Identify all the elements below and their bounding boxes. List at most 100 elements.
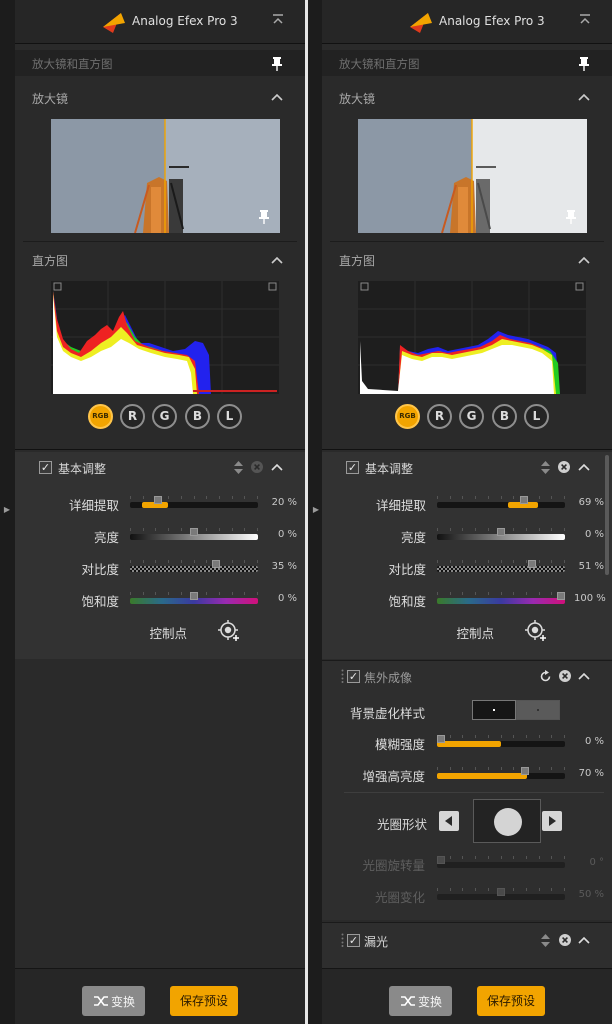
light-leak-header[interactable]: ✓ 漏光 bbox=[322, 923, 612, 953]
defocus-slider-1[interactable] bbox=[437, 767, 565, 779]
loupe-pin-icon[interactable] bbox=[565, 210, 577, 224]
slider-thumb[interactable] bbox=[212, 560, 220, 568]
chevron-up-icon[interactable] bbox=[271, 93, 283, 101]
pin-icon[interactable] bbox=[578, 57, 590, 71]
chevron-up-icon[interactable] bbox=[578, 463, 590, 471]
slider-tick bbox=[551, 856, 552, 859]
save-preset-button[interactable]: 保存预设 bbox=[170, 986, 238, 1016]
chevron-up-icon[interactable] bbox=[578, 672, 590, 680]
loupe-histogram-section[interactable]: 放大镜和直方图 bbox=[322, 50, 612, 76]
slider-track bbox=[130, 566, 258, 572]
collapse-all-icon[interactable] bbox=[271, 13, 285, 27]
chevron-up-icon[interactable] bbox=[271, 256, 283, 264]
reorder-icon[interactable] bbox=[541, 461, 550, 474]
channel-g-button[interactable]: G bbox=[152, 404, 177, 429]
reset-icon[interactable] bbox=[539, 670, 552, 683]
slider-tick bbox=[181, 592, 182, 595]
loupe-pin-icon[interactable] bbox=[258, 210, 270, 224]
app-logo-icon bbox=[410, 13, 432, 33]
loupe-view[interactable] bbox=[51, 119, 280, 233]
enable-checkbox[interactable]: ✓ bbox=[39, 461, 52, 474]
slider-3[interactable] bbox=[437, 592, 565, 604]
slider-thumb[interactable] bbox=[437, 735, 445, 743]
circle-aperture-icon bbox=[494, 808, 522, 836]
scrollbar[interactable] bbox=[605, 455, 609, 575]
slider-2[interactable] bbox=[130, 560, 258, 572]
slider-1[interactable] bbox=[437, 528, 565, 540]
chevron-up-icon[interactable] bbox=[578, 936, 590, 944]
slider-thumb[interactable] bbox=[521, 767, 529, 775]
slider-tick bbox=[475, 767, 476, 770]
channel-r-button[interactable]: R bbox=[120, 404, 145, 429]
expand-left-arrow-icon[interactable]: ▶ bbox=[3, 505, 11, 514]
drag-handle-icon[interactable] bbox=[341, 933, 344, 947]
channel-r-button[interactable]: R bbox=[427, 404, 452, 429]
remove-icon[interactable] bbox=[558, 461, 570, 473]
remove-icon[interactable] bbox=[559, 934, 571, 946]
row-label: 亮度 bbox=[93, 530, 119, 545]
loupe-view[interactable] bbox=[358, 119, 587, 233]
enable-checkbox[interactable]: ✓ bbox=[346, 461, 359, 474]
aperture-shape-label: 光圈形状 bbox=[376, 817, 427, 832]
slider-tick bbox=[513, 528, 514, 531]
slider-0[interactable] bbox=[437, 496, 565, 508]
slider-tick bbox=[551, 496, 552, 499]
reorder-icon[interactable] bbox=[541, 934, 550, 947]
slider-thumb[interactable] bbox=[528, 560, 536, 568]
split-divider[interactable] bbox=[305, 0, 308, 1024]
add-control-point-icon[interactable] bbox=[218, 620, 240, 642]
chevron-up-icon[interactable] bbox=[578, 93, 590, 101]
slider-thumb[interactable] bbox=[520, 496, 528, 504]
slider-tick bbox=[181, 496, 182, 499]
enable-checkbox[interactable]: ✓ bbox=[347, 670, 360, 683]
channel-rgb-button[interactable]: RGB bbox=[395, 404, 420, 429]
expand-right-arrow-icon[interactable]: ▶ bbox=[312, 505, 320, 514]
add-control-point-icon[interactable] bbox=[525, 620, 547, 642]
aperture-prev-button[interactable] bbox=[439, 811, 459, 831]
slider-0[interactable] bbox=[130, 496, 258, 508]
channel-rgb-button[interactable]: RGB bbox=[88, 404, 113, 429]
channel-b-button[interactable]: B bbox=[185, 404, 210, 429]
bokeh-style-option-soft[interactable] bbox=[516, 700, 560, 720]
slider-3[interactable] bbox=[130, 592, 258, 604]
slider-2[interactable] bbox=[437, 560, 565, 572]
bokeh-style-option-sharp[interactable] bbox=[472, 700, 516, 720]
aperture-next-button[interactable] bbox=[542, 811, 562, 831]
channel-g-button[interactable]: G bbox=[459, 404, 484, 429]
swap-button[interactable]: 变换 bbox=[82, 986, 145, 1016]
basic-adjust-header[interactable]: ✓ 基本调整 bbox=[15, 452, 305, 482]
loupe-image bbox=[358, 119, 587, 233]
defocus-slider-0[interactable] bbox=[437, 735, 565, 747]
row-value: 70 % bbox=[578, 768, 604, 779]
slider-thumb[interactable] bbox=[190, 528, 198, 536]
panel-footer: 变换 保存预设 bbox=[322, 968, 612, 1024]
slider-tick bbox=[257, 496, 258, 499]
loupe-histogram-section[interactable]: 放大镜和直方图 bbox=[15, 50, 305, 76]
chevron-up-icon[interactable] bbox=[271, 463, 283, 471]
channel-l-button[interactable]: L bbox=[217, 404, 242, 429]
pin-icon[interactable] bbox=[271, 57, 283, 71]
basic-adjust-header[interactable]: ✓ 基本调整 bbox=[322, 452, 612, 482]
remove-icon[interactable] bbox=[251, 461, 263, 473]
save-preset-button[interactable]: 保存预设 bbox=[477, 986, 545, 1016]
slider-tick bbox=[539, 560, 540, 563]
triangle-left-icon bbox=[445, 816, 452, 826]
swap-button[interactable]: 变换 bbox=[389, 986, 452, 1016]
channel-l-button[interactable]: L bbox=[524, 404, 549, 429]
defocus-header[interactable]: ✓ 焦外成像 bbox=[322, 661, 612, 691]
reorder-icon[interactable] bbox=[234, 461, 243, 474]
channel-b-button[interactable]: B bbox=[492, 404, 517, 429]
slider-tick bbox=[526, 560, 527, 563]
slider-1[interactable] bbox=[130, 528, 258, 540]
slider-thumb[interactable] bbox=[557, 592, 565, 600]
aperture-shape-preview bbox=[473, 799, 541, 843]
slider-thumb[interactable] bbox=[190, 592, 198, 600]
drag-handle-icon[interactable] bbox=[341, 669, 344, 683]
chevron-up-icon[interactable] bbox=[578, 256, 590, 264]
slider-thumb[interactable] bbox=[497, 528, 505, 536]
remove-icon[interactable] bbox=[559, 670, 571, 682]
slider-tick bbox=[450, 560, 451, 563]
collapse-all-icon[interactable] bbox=[578, 13, 592, 27]
enable-checkbox[interactable]: ✓ bbox=[347, 934, 360, 947]
slider-thumb[interactable] bbox=[154, 496, 162, 504]
